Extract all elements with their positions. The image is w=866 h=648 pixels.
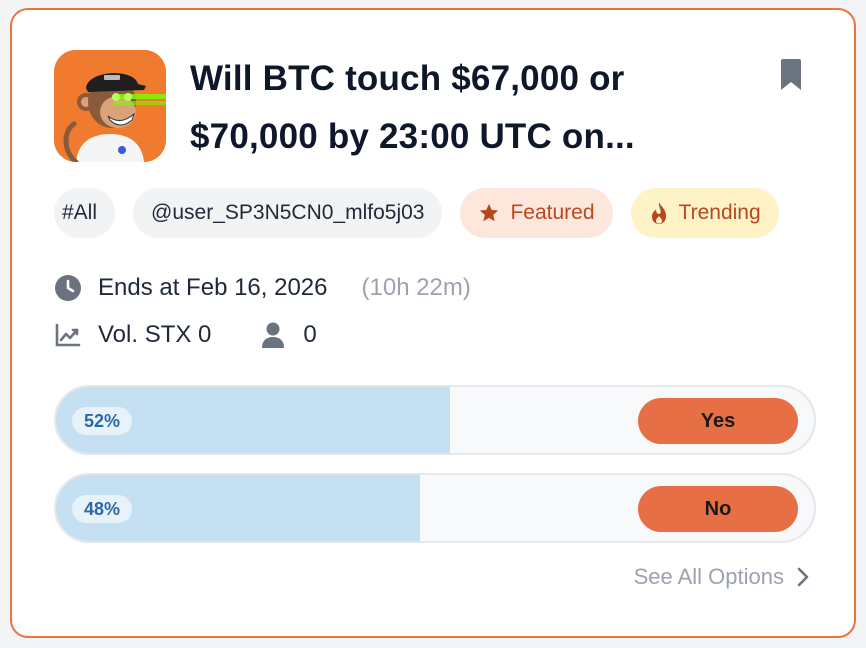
tag-label: Trending bbox=[678, 201, 761, 224]
tag-all[interactable]: #All bbox=[54, 188, 116, 238]
see-all-options-link[interactable]: See All Options bbox=[634, 564, 810, 590]
monkey-avatar-icon bbox=[54, 50, 166, 162]
chart-line-icon bbox=[55, 323, 81, 347]
tag-trending[interactable]: Trending bbox=[630, 188, 779, 238]
end-date-row: Ends at Feb 16, 2026 (10h 22m) bbox=[54, 271, 471, 305]
no-button[interactable]: No bbox=[638, 486, 798, 532]
option-percent: 52% bbox=[72, 407, 133, 435]
end-date-text: Ends at Feb 16, 2026 bbox=[98, 274, 328, 301]
tag-user[interactable]: @user_SP3N5CN0_mlfo5j03 bbox=[133, 188, 443, 238]
option-yes[interactable]: 52% Yes bbox=[54, 385, 816, 455]
tag-featured[interactable]: Featured bbox=[460, 188, 613, 238]
bookmark-icon[interactable] bbox=[778, 58, 804, 92]
tag-list: #All @user_SP3N5CN0_mlfo5j03 Featured Tr… bbox=[54, 188, 818, 238]
flame-icon bbox=[651, 202, 666, 224]
participants-count: 0 bbox=[303, 321, 317, 348]
tag-label: Featured bbox=[510, 201, 595, 224]
market-avatar bbox=[54, 50, 166, 162]
stats-row: Vol. STX 0 0 bbox=[54, 318, 317, 352]
time-remaining: (10h 22m) bbox=[361, 274, 471, 301]
option-no[interactable]: 48% No bbox=[54, 473, 816, 543]
tag-label: @user_SP3N5CN0_mlfo5j03 bbox=[151, 201, 425, 224]
clock-icon bbox=[55, 275, 81, 301]
market-card[interactable]: Will BTC touch $67,000 or $70,000 by 23:… bbox=[10, 8, 856, 638]
tag-label: #All bbox=[62, 201, 98, 224]
yes-button[interactable]: Yes bbox=[638, 398, 798, 444]
market-title[interactable]: Will BTC touch $67,000 or $70,000 by 23:… bbox=[190, 50, 750, 166]
see-all-label: See All Options bbox=[633, 564, 784, 589]
star-icon bbox=[480, 203, 499, 222]
option-percent: 48% bbox=[72, 495, 133, 523]
volume-text: Vol. STX 0 bbox=[98, 321, 212, 348]
chevron-right-icon bbox=[797, 567, 809, 587]
user-icon bbox=[262, 322, 285, 348]
